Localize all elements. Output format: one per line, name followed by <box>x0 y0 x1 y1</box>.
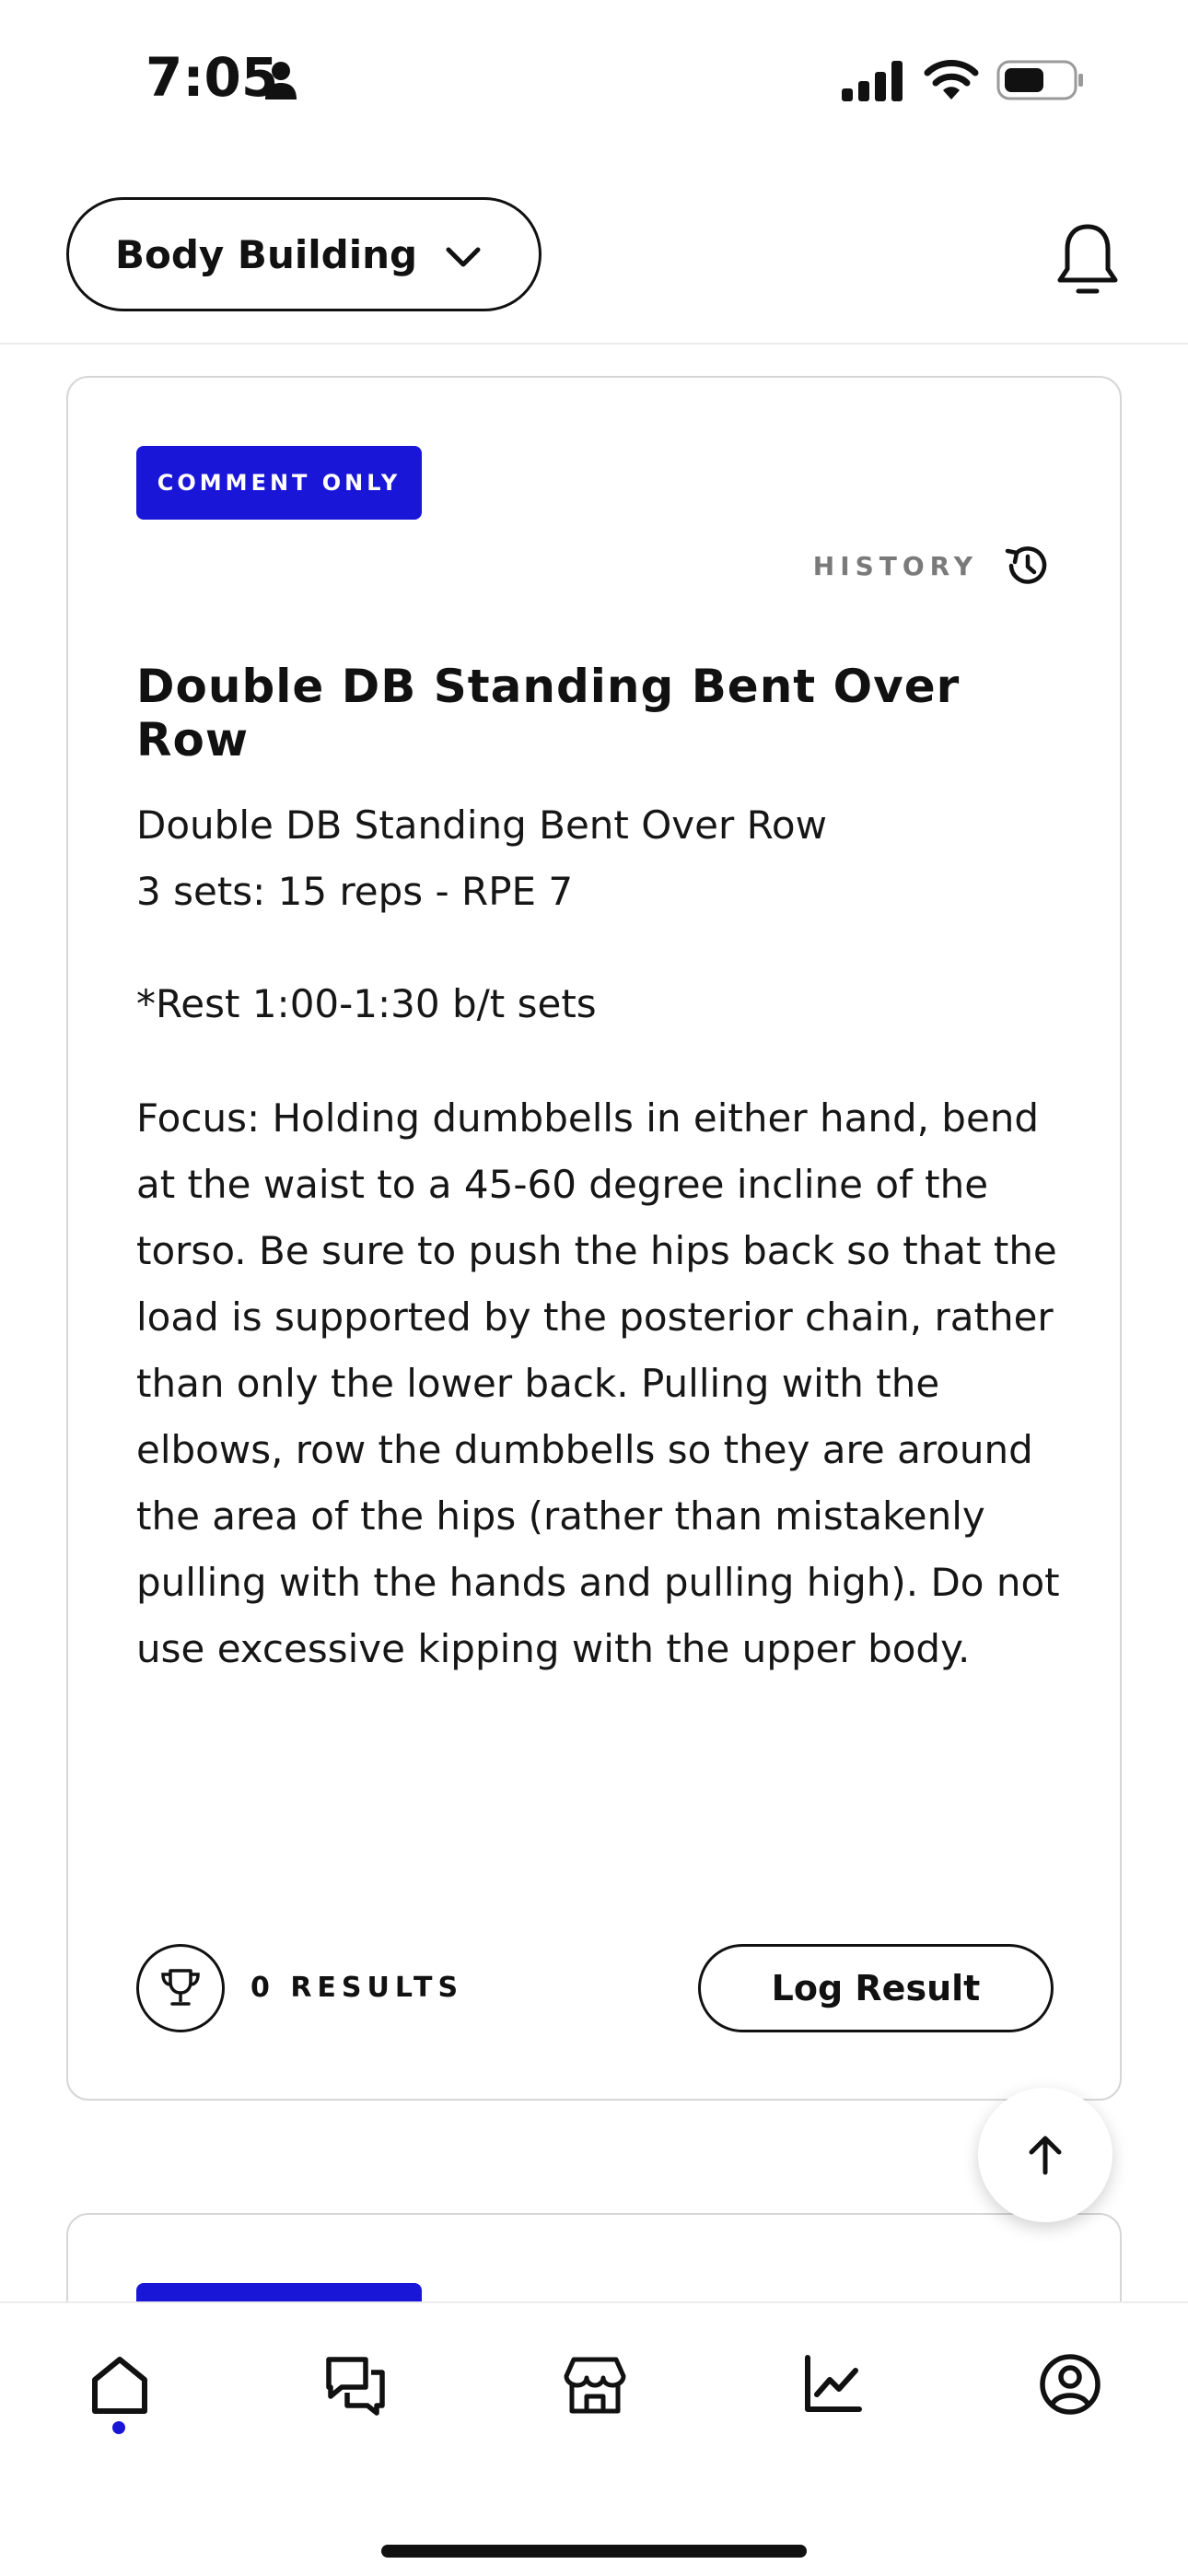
card-footer: 0 RESULTS Log Result <box>136 1944 1057 2036</box>
rest-note: *Rest 1:00-1:30 b/t sets <box>136 981 597 1026</box>
bell-icon[interactable] <box>1055 223 1120 300</box>
focus-note: Focus: Holding dumbbells in either hand,… <box>136 1095 1060 1671</box>
chevron-down-icon <box>446 247 481 267</box>
home-indicator <box>381 2545 807 2558</box>
status-bar: 7:05 <box>0 0 1188 157</box>
person-icon <box>265 62 297 100</box>
wifi-icon <box>924 60 979 100</box>
arrow-up-icon <box>1029 2136 1062 2175</box>
comment-only-badge: COMMENT ONLY <box>136 446 422 520</box>
nav-messages[interactable] <box>309 2338 402 2430</box>
scroll-to-top-button[interactable] <box>978 2088 1112 2222</box>
store-icon <box>564 2357 626 2414</box>
history-icon <box>1005 546 1047 584</box>
chart-icon <box>805 2355 862 2412</box>
log-result-button[interactable]: Log Result <box>698 1944 1054 2032</box>
history-button[interactable]: HISTORY <box>813 540 1050 591</box>
app-header: Body Building <box>0 157 1188 345</box>
results-trophy[interactable] <box>136 1944 225 2032</box>
signal-icon <box>842 61 903 101</box>
nav-home[interactable] <box>74 2338 166 2430</box>
status-time: 7:05 <box>146 46 279 109</box>
workout-card: COMMENT ONLY HISTORY Double DB Standing … <box>66 376 1122 2101</box>
program-dropdown[interactable]: Body Building <box>66 197 542 311</box>
history-label: HISTORY <box>812 550 978 581</box>
results-count[interactable]: 0 RESULTS <box>250 1972 463 2004</box>
home-icon <box>92 2357 147 2414</box>
battery-icon <box>996 60 1083 100</box>
program-name: Body Building <box>115 231 418 277</box>
nav-profile[interactable] <box>1024 2338 1116 2430</box>
bottom-nav <box>0 2301 1188 2576</box>
trophy-icon <box>161 1969 200 2006</box>
workout-prescription: Double DB Standing Bent Over Row 3 sets:… <box>136 802 827 914</box>
chat-icon <box>326 2357 385 2416</box>
profile-icon <box>1040 2354 1101 2415</box>
nav-stats[interactable] <box>786 2338 879 2430</box>
workout-title: Double DB Standing Bent Over Row <box>136 660 961 767</box>
active-tab-indicator <box>112 2421 125 2434</box>
nav-store[interactable] <box>549 2338 641 2430</box>
